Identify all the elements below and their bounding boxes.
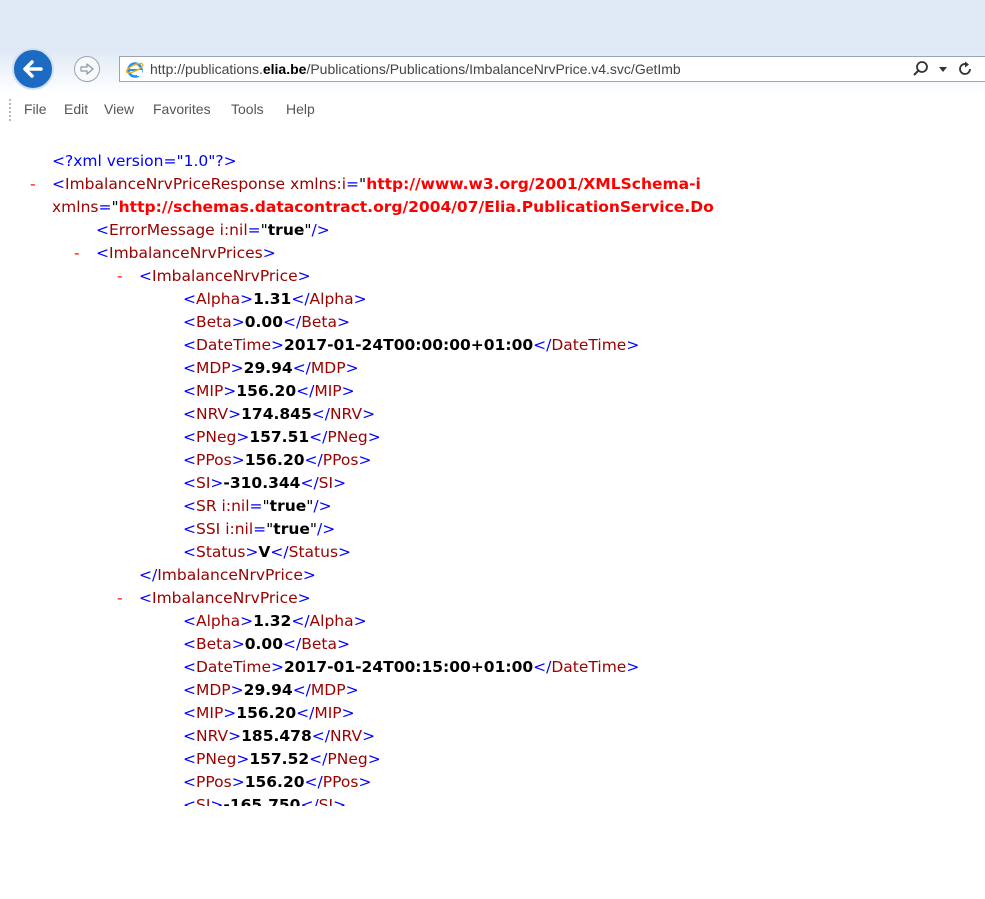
alpha-value: 1.32 xyxy=(253,612,292,630)
mip-value: 156.20 xyxy=(236,382,297,400)
xml-declaration: <?xml version="1.0"?> xyxy=(52,150,237,173)
menu-help[interactable]: Help xyxy=(286,101,315,117)
menu-grip xyxy=(9,99,11,121)
menu-file[interactable]: File xyxy=(24,101,47,117)
chevron-down-icon[interactable] xyxy=(938,62,948,76)
url-prefix: http://publications. xyxy=(150,61,263,77)
back-button[interactable] xyxy=(12,48,54,90)
list-open-tag: <ImbalanceNrvPrices> xyxy=(96,244,276,262)
nil-attr-name: i:nil xyxy=(225,520,254,538)
collapse-toggle-list[interactable]: - xyxy=(74,242,80,265)
record-1-si: <SI>-310.344</SI> xyxy=(183,474,347,492)
alpha-value: 1.31 xyxy=(253,290,292,308)
url-path: /Publications/Publications/ImbalanceNrvP… xyxy=(306,61,681,77)
pneg-value: 157.52 xyxy=(249,750,310,768)
datetime-value: 2017-01-24T00:15:00+01:00 xyxy=(283,658,534,676)
error-tag-name: ErrorMessage xyxy=(109,221,215,239)
beta-value: 0.00 xyxy=(244,635,283,653)
record-1-nrv: <NRV>174.845</NRV> xyxy=(183,405,376,423)
record-1-close-tag: </ImbalanceNrvPrice> xyxy=(139,566,316,584)
address-bar[interactable]: http://publications.elia.be/Publications… xyxy=(119,56,985,82)
collapse-toggle-record-2[interactable]: - xyxy=(117,587,123,610)
title-bar xyxy=(0,0,985,48)
root-tag-name: ImbalanceNrvPriceResponse xyxy=(65,175,286,193)
record-2-si: <SI>-165.750</SI> xyxy=(183,794,346,806)
datetime-value: 2017-01-24T00:00:00+01:00 xyxy=(283,336,534,354)
internet-explorer-icon xyxy=(126,62,144,78)
nil-attr-name: i:nil xyxy=(221,497,250,515)
ppos-value: 156.20 xyxy=(244,773,305,791)
menu-edit[interactable]: Edit xyxy=(64,101,88,117)
record-2-beta: <Beta>0.00</Beta> xyxy=(183,635,350,653)
record-1-beta: <Beta>0.00</Beta> xyxy=(183,313,350,331)
nil-attr-value: true xyxy=(273,520,310,538)
pneg-value: 157.51 xyxy=(249,428,310,446)
record-2-open-tag: <ImbalanceNrvPrice> xyxy=(139,589,311,607)
si-value: -310.344 xyxy=(223,474,301,492)
record-2-datetime: <DateTime>2017-01-24T00:15:00+01:00</Dat… xyxy=(183,658,640,676)
root-attr1-name: xmlns:i xyxy=(290,175,347,193)
record-1-sr: <SR i:nil="true"/> xyxy=(183,497,332,515)
record-tag-name: ImbalanceNrvPrice xyxy=(157,566,303,584)
record-1-mip: <MIP>156.20</MIP> xyxy=(183,382,355,400)
ppos-value: 156.20 xyxy=(244,451,305,469)
record-1-ppos: <PPos>156.20</PPos> xyxy=(183,451,372,469)
xml-declaration-text: <?xml version="1.0"?> xyxy=(52,152,237,170)
record-1-datetime: <DateTime>2017-01-24T00:00:00+01:00</Dat… xyxy=(183,336,640,354)
mdp-value: 29.94 xyxy=(243,359,293,377)
record-1-pneg: <PNeg>157.51</PNeg> xyxy=(183,428,381,446)
root-attr1-value: http://www.w3.org/2001/XMLSchema-i xyxy=(366,175,701,193)
list-tag-name: ImbalanceNrvPrices xyxy=(109,244,263,262)
record-1-open-tag: <ImbalanceNrvPrice> xyxy=(139,267,311,285)
root-attr2-name: xmlns xyxy=(52,198,99,216)
record-2-alpha: <Alpha>1.32</Alpha> xyxy=(183,612,367,630)
record-tag-name: ImbalanceNrvPrice xyxy=(152,589,298,607)
menu-favorites[interactable]: Favorites xyxy=(153,101,211,117)
record-1-ssi: <SSI i:nil="true"/> xyxy=(183,520,336,538)
nrv-value: 174.845 xyxy=(241,405,312,423)
si-value: -165.750 xyxy=(223,796,301,806)
record-2-mdp: <MDP>29.94</MDP> xyxy=(183,681,359,699)
record-2-mip: <MIP>156.20</MIP> xyxy=(183,704,355,722)
search-icon[interactable] xyxy=(912,60,930,78)
record-1-alpha: <Alpha>1.31</Alpha> xyxy=(183,290,367,308)
nil-attr-name: i:nil xyxy=(219,221,248,239)
root-open-tag-cont: xmlns="http://schemas.datacontract.org/2… xyxy=(52,198,714,216)
collapse-toggle-root[interactable]: - xyxy=(30,173,36,196)
menu-tools[interactable]: Tools xyxy=(231,101,264,117)
record-1-mdp: <MDP>29.94</MDP> xyxy=(183,359,359,377)
forward-button[interactable] xyxy=(74,56,100,82)
root-attr2-value: http://schemas.datacontract.org/2004/07/… xyxy=(118,198,714,216)
record-1-status: <Status>V</Status> xyxy=(183,543,352,561)
root-open-tag: <ImbalanceNrvPriceResponse xmlns:i="http… xyxy=(52,175,701,193)
nrv-value: 185.478 xyxy=(241,727,312,745)
refresh-icon[interactable] xyxy=(956,60,974,78)
mip-value: 156.20 xyxy=(236,704,297,722)
record-tag-name: ImbalanceNrvPrice xyxy=(152,267,298,285)
status-value: V xyxy=(258,543,271,561)
collapse-toggle-record-1[interactable]: - xyxy=(117,265,123,288)
menu-view[interactable]: View xyxy=(104,101,134,117)
record-2-pneg: <PNeg>157.52</PNeg> xyxy=(183,750,381,768)
nil-attr-value: true xyxy=(269,497,307,515)
record-2-nrv: <NRV>185.478</NRV> xyxy=(183,727,376,745)
error-message-element: <ErrorMessage i:nil="true"/> xyxy=(96,221,330,239)
mdp-value: 29.94 xyxy=(243,681,293,699)
nil-attr-value: true xyxy=(267,221,305,239)
record-2-ppos: <PPos>156.20</PPos> xyxy=(183,773,372,791)
arrow-right-icon xyxy=(80,63,94,75)
url-text[interactable]: http://publications.elia.be/Publications… xyxy=(150,60,910,78)
menu-bar: File Edit View Favorites Tools Help xyxy=(0,94,985,124)
browser-toolbar: http://publications.elia.be/Publications… xyxy=(0,0,985,93)
beta-value: 0.00 xyxy=(244,313,283,331)
arrow-left-icon xyxy=(23,60,43,78)
url-domain: elia.be xyxy=(262,61,307,77)
